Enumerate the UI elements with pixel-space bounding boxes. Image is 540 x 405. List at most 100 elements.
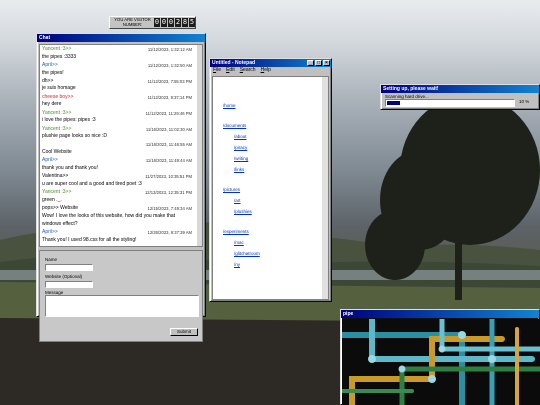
chat-timestamp: 11/16/2023, 11:49:44 AM xyxy=(145,158,192,164)
chat-timestamp: 11/27/2023, 10:35:51 PM xyxy=(145,174,192,180)
notepad-menubar: File Edit Search Help xyxy=(210,67,331,74)
chat-timestamp: 11/12/2023, 9:37:14 PM xyxy=(147,94,192,100)
chat-text: the pipes! xyxy=(42,69,64,76)
chat-username[interactable]: Yancent :3>> xyxy=(42,110,71,116)
setup-percent: 10 % xyxy=(519,99,530,104)
chat-message: Yancent :3>> 11/12/2023, 11:29:46 PM xyxy=(42,110,192,116)
setup-progress-fill xyxy=(387,101,400,105)
chat-titlebar[interactable]: Chat xyxy=(37,34,205,42)
chat-timestamp: 12/15/2023, 7:49:34 AM xyxy=(147,206,192,211)
chat-text: windows effect? xyxy=(42,220,78,227)
nav-link[interactable]: /links xyxy=(234,167,244,172)
nav-link[interactable]: /writing xyxy=(234,156,248,161)
chat-text: u are super cool and a good and tired po… xyxy=(42,180,142,187)
chat-log[interactable]: Yancent :3>> 11/12/2023, 1:32:12 AM the pi… xyxy=(39,44,203,247)
chat-message: hey dere xyxy=(42,102,192,107)
name-input[interactable] xyxy=(45,264,93,271)
setup-title: Setting up, please wait! xyxy=(383,86,439,92)
chat-username[interactable]: Yancent :3>> xyxy=(42,189,71,195)
chat-timestamp: 11/12/2023, 1:32:12 AM xyxy=(147,47,192,52)
chat-message: dh>> 11/12/2023, 7:55:03 PM xyxy=(42,77,192,84)
chat-text: thank you and thank you! xyxy=(42,164,98,171)
chat-text: Cool Website xyxy=(42,149,72,155)
chat-timestamp: 11/16/2023, 11:02:30 AM xyxy=(145,126,192,132)
chat-message: April>> 11/12/2023, 1:32:50 AM xyxy=(42,62,192,68)
chat-username[interactable]: April>> xyxy=(42,157,58,163)
notepad-title: Untitled - Notepad xyxy=(212,60,256,66)
notepad-window: Untitled - Notepad _ □ × File Edit Searc… xyxy=(209,58,332,302)
chat-username[interactable]: April>> xyxy=(42,62,58,68)
chat-scrollbar[interactable] xyxy=(197,45,202,246)
pipe-window: pipe xyxy=(340,309,540,405)
nav-link[interactable]: /plushies xyxy=(234,209,252,214)
visitor-digit: 5 xyxy=(189,18,195,27)
website-input[interactable] xyxy=(45,281,93,288)
close-button[interactable]: × xyxy=(323,60,330,66)
chat-message: pops>> Website 12/15/2023, 7:49:34 AM xyxy=(42,205,192,211)
nav-link[interactable]: /pictures xyxy=(223,187,240,192)
menu-search[interactable]: Search xyxy=(240,67,256,74)
message-textarea[interactable] xyxy=(45,295,199,317)
setup-progress-bar xyxy=(385,99,515,107)
chat-text: i love the pipes: pipes :3 xyxy=(42,117,96,124)
chat-message: Yancent :3>> 11/16/2023, 11:02:30 AM xyxy=(42,126,192,132)
chat-text: dh>> xyxy=(42,77,54,84)
visitor-digit: 0 xyxy=(161,18,167,27)
chat-text: green ._. xyxy=(42,196,62,203)
visitor-counter-digits: 0 0 0 2 8 5 xyxy=(154,18,195,27)
chat-message: Cool Website xyxy=(42,149,192,155)
nav-link[interactable]: /piracy xyxy=(234,145,247,150)
notepad-content: /home/documents/about/piracy/writing/lin… xyxy=(212,76,329,300)
setup-titlebar[interactable]: Setting up, please wait! xyxy=(381,85,539,93)
chat-form: Name Website (Optional) Message Submit xyxy=(39,250,203,342)
chat-message: the pipes! xyxy=(42,69,192,76)
submit-button[interactable]: Submit xyxy=(170,328,198,336)
menu-edit[interactable]: Edit xyxy=(226,67,235,74)
nav-link[interactable]: /about xyxy=(234,134,247,139)
chat-timestamp: 11/12/2023, 11:29:46 PM xyxy=(145,110,192,116)
chat-message: i love the pipes: pipes :3 xyxy=(42,117,192,124)
chat-message: April>> 11/16/2023, 11:49:44 AM xyxy=(42,157,192,164)
notepad-titlebar[interactable]: Untitled - Notepad _ □ × xyxy=(210,59,331,67)
menu-file[interactable]: File xyxy=(213,67,221,74)
pipe-titlebar[interactable]: pipe xyxy=(341,310,539,318)
notepad-scrollbar[interactable] xyxy=(322,77,328,299)
chat-title: Chat xyxy=(39,35,51,41)
nav-link[interactable]: /home xyxy=(223,103,236,108)
visitor-counter: YOU ARE VISITOR NUMBER: 0 0 0 2 8 5 xyxy=(109,16,196,29)
chat-message: Yancent :3>> 12/13/2023, 12:35:31 PM xyxy=(42,189,192,195)
chat-username[interactable]: April>> xyxy=(42,229,58,235)
chat-text: je suis homage xyxy=(42,85,76,92)
chat-timestamp: 11/16/2023, 11:46:55 AM xyxy=(145,142,192,148)
maximize-button[interactable]: □ xyxy=(315,60,322,66)
chat-text: the pipes :3333 xyxy=(42,53,77,60)
menu-help[interactable]: Help xyxy=(261,67,271,74)
visitor-digit: 0 xyxy=(168,18,174,27)
chat-text: Thank you! I used 98.css for all the sty… xyxy=(42,236,137,243)
chat-timestamp: 11/12/2023, 1:32:50 AM xyxy=(147,62,192,68)
chat-text: Wow! I love the looks of this website, h… xyxy=(42,212,176,219)
nav-link[interactable]: /art xyxy=(234,198,241,203)
chat-text: pops>> Website xyxy=(42,205,79,211)
nav-link[interactable]: /experiments xyxy=(223,229,249,234)
nav-link[interactable]: /mac xyxy=(234,240,244,245)
visitor-counter-label: YOU ARE VISITOR NUMBER: xyxy=(114,17,151,27)
nav-link[interactable]: /glitchatroom xyxy=(234,251,260,256)
chat-text: Valentina>> xyxy=(42,173,69,180)
chat-username[interactable]: Yancent :3>> xyxy=(42,46,71,52)
chat-text: hey dere xyxy=(42,101,62,108)
chat-message: Thank you! I used 98.css for all the sty… xyxy=(42,236,192,243)
chat-timestamp: 12/26/2023, 9:37:39 AM xyxy=(147,230,192,236)
chat-message: cheese boy>> 11/12/2023, 9:37:14 PM xyxy=(42,94,192,100)
chat-message: Wow! I love the looks of this website, h… xyxy=(42,212,192,219)
visitor-digit: 0 xyxy=(154,18,160,27)
chat-username[interactable]: cheese boy>> xyxy=(42,94,73,100)
visitor-digit: 2 xyxy=(175,18,181,27)
nav-link[interactable]: /documents xyxy=(223,123,246,128)
chat-message: je suis homage xyxy=(42,86,192,91)
minimize-button[interactable]: _ xyxy=(307,60,314,66)
visitor-digit: 8 xyxy=(182,18,188,27)
nav-link[interactable]: /ny xyxy=(234,262,240,267)
website-label: Website (Optional) xyxy=(45,274,83,279)
chat-username[interactable]: Yancent :3>> xyxy=(42,126,71,132)
